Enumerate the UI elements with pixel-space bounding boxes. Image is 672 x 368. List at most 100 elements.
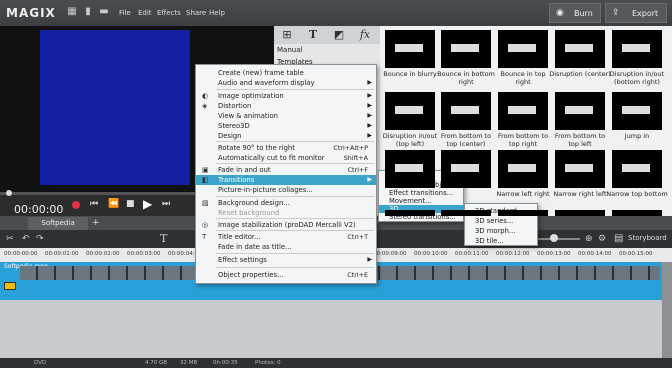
context-menu-item[interactable]: ▨ Background design... [196,198,376,208]
context-menu-item[interactable]: ◎ Image stabilization (proDAD Mercalli V2… [196,220,376,230]
grid-icon[interactable]: ▦ [66,6,78,18]
template-caption: Disruption (center) [549,70,611,78]
template-caption: Bounce in blurry [383,70,437,78]
ruler-tick-label: 00:00:11:00 [455,251,489,257]
context-menu-item[interactable]: Object properties... Ctrl+E [196,270,376,280]
export-button[interactable]: ⇪ Export [605,3,667,23]
template-thumbnail[interactable] [441,92,491,130]
template-thumbnail[interactable] [612,92,662,130]
undo-icon[interactable]: ↶ [22,234,30,244]
context-menu-item[interactable]: Automatically cut to fit monitor Shift+A [196,153,376,163]
title-icon[interactable]: T [160,232,167,245]
template-thumbnail[interactable] [385,30,435,68]
menu-share[interactable]: Share [186,9,206,17]
template-preview-bar [508,106,536,114]
scissors-icon[interactable]: ✂ [6,234,14,244]
scrubber-handle[interactable] [6,190,12,196]
template-thumbnail[interactable] [555,150,605,188]
template-thumbnail[interactable] [612,150,662,188]
submenu-arrow-icon: ▶ [367,112,372,119]
template-thumbnail[interactable] [555,210,605,216]
template-preview-bar [622,106,650,114]
context-menu-item[interactable]: Audio and waveform display ▶ [196,78,376,88]
context-menu-item[interactable]: View & animation ▶ [196,111,376,121]
context-menu-item[interactable]: ◈ Distortion ▶ [196,101,376,111]
play-icon[interactable]: ▶ [143,197,152,211]
transitions-submenu-item[interactable]: Effect transitions... [379,189,463,197]
clip-marker-icon[interactable] [4,282,16,290]
context-menu-label: Title editor... [218,233,261,241]
menu-edit[interactable]: Edit [138,9,152,17]
template-thumbnail[interactable] [612,30,662,68]
burn-button[interactable]: ◉ Burn [549,3,601,23]
menu-effects[interactable]: Effects [157,9,181,17]
context-menu-item[interactable]: Effect settings ▶ [196,255,376,265]
context-menu-item[interactable]: Stereo3D ▶ [196,121,376,131]
record-icon[interactable] [72,201,80,209]
context-menu-item[interactable]: Reset background [196,208,376,218]
ruler-tick-label: 00:00:12:00 [496,251,530,257]
3d-submenu-item[interactable]: 3D series... [465,216,537,226]
stabilization-icon: ◎ [202,221,209,229]
template-thumbnail[interactable] [612,210,662,216]
ruler-tick-label: 00:00:13:00 [537,251,571,257]
template-thumbnail[interactable] [441,150,491,188]
transitions-submenu-item[interactable]: Movement... [379,197,463,205]
3d-submenu-item[interactable]: 3D morph... [465,226,537,236]
template-caption: Disruption in/out (top left) [382,132,438,148]
status-bar: DVD 4.70 GB 32 MB 0h:00:35 Photos: 0 [0,358,672,368]
menu-file[interactable]: File [119,9,131,17]
zoom-slider-handle[interactable] [550,234,558,242]
template-thumbnail[interactable] [555,92,605,130]
tab-fx-icon[interactable]: fx [352,26,378,44]
context-menu-item[interactable]: ◧ Transitions ▶ [196,175,376,185]
ruler-tick-label: 00:00:10:00 [414,251,448,257]
template-caption: Narrow left right [496,190,550,198]
redo-icon[interactable]: ↷ [36,234,44,244]
context-menu-item[interactable]: ◐ Image optimization ▶ [196,91,376,101]
next-marker-icon[interactable]: ⏭ [162,199,170,209]
storyboard-label[interactable]: Storyboard [628,234,667,242]
project-tab[interactable]: Softpedia [28,217,88,230]
rewind-icon[interactable]: ⏪ [108,199,119,209]
menu-help[interactable]: Help [209,9,225,17]
context-menu-item[interactable]: Fade in date as title... [196,242,376,252]
context-menu-label: Transitions [218,176,255,184]
new-file-icon[interactable]: ▮ [82,6,94,18]
3d-submenu-item[interactable]: 3D tile... [465,236,537,246]
zoom-in-icon[interactable]: ⊕ [585,234,593,244]
template-preview-bar [622,164,650,172]
template-thumbnail[interactable] [385,150,435,188]
empty-track-area[interactable] [0,300,672,358]
timeline-scrollbar[interactable] [662,262,672,358]
open-folder-icon[interactable]: ▬ [98,6,110,18]
add-tab-icon[interactable]: + [92,218,102,228]
tab-effects-icon[interactable]: ◩ [326,26,352,44]
storyboard-icon[interactable]: ▤ [614,233,623,244]
template-thumbnail[interactable] [498,92,548,130]
template-preview-bar [451,164,479,172]
template-thumbnail[interactable] [498,150,548,188]
tab-title-icon[interactable]: T [300,26,326,44]
template-thumbnail[interactable] [385,210,435,216]
prev-marker-icon[interactable]: ⏮ [90,199,98,209]
template-thumbnail[interactable] [441,210,491,216]
context-menu-item[interactable]: Create (new) frame table [196,68,376,78]
settings-icon[interactable]: ⚙ [598,234,606,244]
template-preview-bar [622,44,650,52]
context-menu-item[interactable]: Design ▶ [196,131,376,141]
template-thumbnail[interactable] [555,30,605,68]
context-menu-label: Automatically cut to fit monitor [218,154,325,162]
template-preview-bar [395,164,423,172]
template-thumbnail[interactable] [441,30,491,68]
stop-icon[interactable]: ■ [126,199,135,209]
context-menu-item[interactable]: Picture-in-picture collages... [196,185,376,195]
context-menu-item[interactable]: Rotate 90° to the right Ctrl+Alt+P [196,143,376,153]
template-thumbnail[interactable] [498,210,548,216]
template-thumbnail[interactable] [498,30,548,68]
tab-grid-icon[interactable]: ⊞ [274,26,300,44]
context-menu-item[interactable]: ▣ Fade in and out Ctrl+F [196,165,376,175]
context-menu-item[interactable]: T Title editor... Ctrl+T [196,232,376,242]
manual-label[interactable]: Manual [277,46,302,54]
template-thumbnail[interactable] [385,92,435,130]
